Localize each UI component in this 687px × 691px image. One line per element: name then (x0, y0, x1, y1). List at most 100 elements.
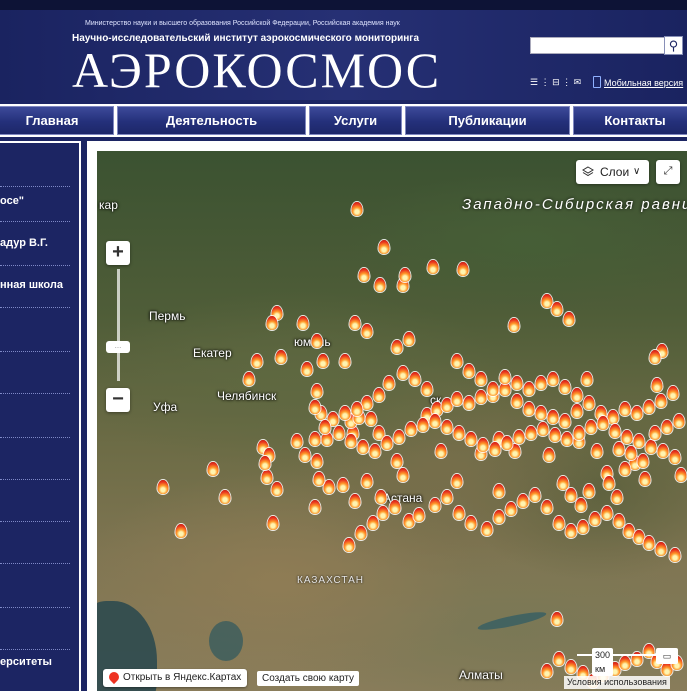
fire-marker[interactable] (311, 384, 323, 398)
fire-marker[interactable] (511, 376, 523, 390)
fire-marker[interactable] (673, 414, 685, 428)
fire-marker[interactable] (358, 268, 370, 282)
fire-marker[interactable] (451, 474, 463, 488)
fire-marker[interactable] (309, 432, 321, 446)
fire-marker[interactable] (597, 416, 609, 430)
fire-marker[interactable] (291, 434, 303, 448)
fire-marker[interactable] (551, 612, 563, 626)
fire-marker[interactable] (391, 340, 403, 354)
fire-marker[interactable] (267, 516, 279, 530)
mobile-version-label[interactable]: Мобильная версия (604, 78, 683, 88)
fire-marker[interactable] (355, 526, 367, 540)
fire-marker[interactable] (505, 502, 517, 516)
create-map-link[interactable]: Создать свою карту (257, 671, 360, 686)
fire-marker[interactable] (625, 446, 637, 460)
fire-marker[interactable] (311, 454, 323, 468)
fire-marker[interactable] (523, 382, 535, 396)
fire-marker[interactable] (561, 432, 573, 446)
fire-marker[interactable] (565, 660, 577, 674)
fire-marker[interactable] (393, 430, 405, 444)
fire-marker[interactable] (487, 382, 499, 396)
fire-marker[interactable] (413, 508, 425, 522)
fire-marker[interactable] (409, 372, 421, 386)
fire-marker[interactable] (565, 488, 577, 502)
fire-marker[interactable] (551, 302, 563, 316)
fire-marker[interactable] (361, 474, 373, 488)
fire-marker[interactable] (397, 366, 409, 380)
fire-marker[interactable] (463, 364, 475, 378)
open-in-yandex-button[interactable]: Открыть в Яндекс.Картах (103, 669, 248, 687)
fire-marker[interactable] (639, 472, 651, 486)
fire-marker[interactable] (559, 414, 571, 428)
fire-marker[interactable] (573, 426, 585, 440)
fire-marker[interactable] (511, 394, 523, 408)
fire-marker[interactable] (633, 434, 645, 448)
fullscreen-icon[interactable]: ⤢ (656, 160, 680, 184)
fire-marker[interactable] (309, 500, 321, 514)
fire-marker[interactable] (553, 516, 565, 530)
fire-marker[interactable] (465, 432, 477, 446)
fire-marker[interactable] (547, 372, 559, 386)
fire-marker[interactable] (383, 376, 395, 390)
fire-marker[interactable] (361, 396, 373, 410)
mobile-version-link[interactable]: Мобильная версия (593, 76, 683, 88)
fire-marker[interactable] (643, 536, 655, 550)
fire-marker[interactable] (261, 470, 273, 484)
fire-marker[interactable] (259, 456, 271, 470)
fire-marker[interactable] (619, 462, 631, 476)
fire-marker[interactable] (345, 434, 357, 448)
fire-marker[interactable] (631, 406, 643, 420)
fire-marker[interactable] (403, 332, 415, 346)
fire-marker[interactable] (429, 498, 441, 512)
fire-marker[interactable] (453, 426, 465, 440)
fire-marker[interactable] (571, 388, 583, 402)
fire-marker[interactable] (389, 500, 401, 514)
fire-marker[interactable] (219, 490, 231, 504)
fire-marker[interactable] (313, 472, 325, 486)
fire-marker[interactable] (493, 510, 505, 524)
fire-marker[interactable] (451, 392, 463, 406)
fire-marker[interactable] (657, 444, 669, 458)
fire-marker[interactable] (651, 378, 663, 392)
fire-marker[interactable] (175, 524, 187, 538)
fire-marker[interactable] (374, 278, 386, 292)
nav-item-activity[interactable]: Деятельность (117, 106, 306, 135)
fire-marker[interactable] (275, 350, 287, 364)
fire-marker[interactable] (645, 440, 657, 454)
fire-marker[interactable] (399, 268, 411, 282)
fire-marker[interactable] (319, 420, 331, 434)
fire-marker[interactable] (435, 444, 447, 458)
fire-marker[interactable] (361, 324, 373, 338)
fire-marker[interactable] (465, 516, 477, 530)
fire-marker[interactable] (453, 506, 465, 520)
fire-marker[interactable] (549, 428, 561, 442)
fire-marker[interactable] (157, 480, 169, 494)
fire-marker[interactable] (655, 542, 667, 556)
fire-marker[interactable] (381, 436, 393, 450)
fire-marker[interactable] (541, 500, 553, 514)
fire-marker[interactable] (457, 262, 469, 276)
fire-marker[interactable] (441, 420, 453, 434)
search-input[interactable] (530, 37, 665, 54)
ruler-icon[interactable]: ▭ (656, 648, 678, 664)
fire-marker[interactable] (351, 402, 363, 416)
sidebar-item[interactable]: адур В.Г. (0, 237, 79, 249)
sidebar-item[interactable]: ерситеты (0, 656, 79, 668)
terms-link[interactable]: Условия использования (564, 676, 670, 689)
fire-marker[interactable] (517, 494, 529, 508)
fire-marker[interactable] (337, 478, 349, 492)
fire-marker[interactable] (613, 442, 625, 456)
nav-item-contacts[interactable]: Контакты (573, 106, 687, 135)
site-logo[interactable]: АЭРОКОСМОС (72, 40, 441, 100)
fire-marker[interactable] (508, 318, 520, 332)
fire-marker[interactable] (343, 538, 355, 552)
fire-marker[interactable] (529, 488, 541, 502)
fire-marker[interactable] (475, 390, 487, 404)
fire-marker[interactable] (669, 450, 681, 464)
fire-marker[interactable] (577, 520, 589, 534)
fire-marker[interactable] (311, 334, 323, 348)
fire-marker[interactable] (301, 362, 313, 376)
fire-marker[interactable] (367, 516, 379, 530)
nav-item-services[interactable]: Услуги (309, 106, 402, 135)
fire-marker[interactable] (493, 484, 505, 498)
